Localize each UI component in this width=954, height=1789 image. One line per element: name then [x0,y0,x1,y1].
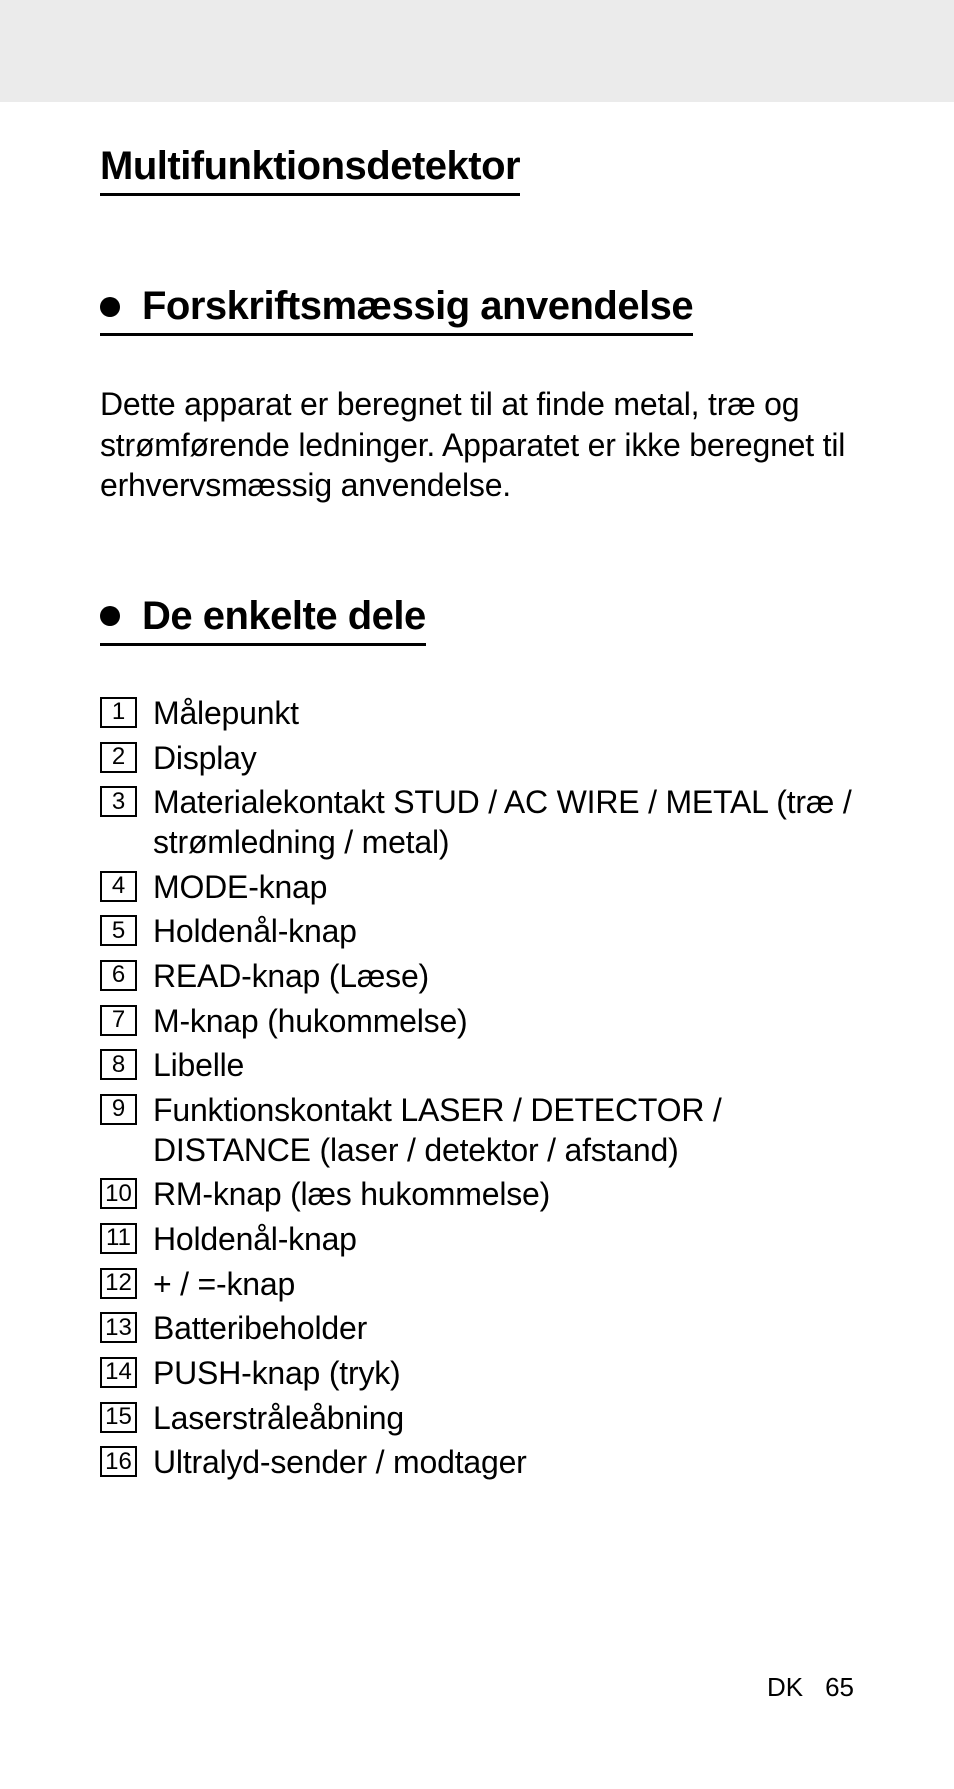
part-number-box: 8 [100,1049,137,1080]
part-number-box: 16 [100,1446,137,1477]
list-item: 13 Batteribeholder [100,1309,854,1349]
part-number-box: 6 [100,960,137,991]
section-title-parts: De enkelte dele [142,594,426,639]
parts-list: 1 Målepunkt 2 Display 3 Materialekontakt… [100,694,854,1483]
list-item: 4 MODE-knap [100,868,854,908]
bullet-icon [100,606,120,626]
part-label: Ultralyd-sender / modtager [153,1443,527,1483]
footer-page-number: 65 [825,1672,854,1703]
part-number-box: 1 [100,697,137,728]
part-label: PUSH-knap (tryk) [153,1354,401,1394]
part-number-box: 13 [100,1312,137,1343]
footer-country: DK [767,1672,803,1703]
section-header-parts: De enkelte dele [100,594,426,646]
list-item: 8 Libelle [100,1046,854,1086]
part-label: RM-knap (læs hukommelse) [153,1175,550,1215]
part-number-box: 7 [100,1005,137,1036]
part-label: Libelle [153,1046,244,1086]
list-item: 2 Display [100,739,854,779]
list-item: 14 PUSH-knap (tryk) [100,1354,854,1394]
part-label: + / =-knap [153,1265,295,1305]
part-number-box: 12 [100,1268,137,1299]
part-label: Materialekontakt STUD / AC WIRE / METAL … [153,783,854,862]
part-number-box: 15 [100,1402,137,1433]
page-footer: DK 65 [767,1672,854,1703]
part-number-box: 11 [100,1223,137,1254]
part-number-box: 5 [100,915,137,946]
list-item: 9 Funktionskontakt LASER / DETECTOR / DI… [100,1091,854,1170]
page-title: Multifunktionsdetektor [100,144,520,196]
part-label: MODE-knap [153,868,327,908]
section-title-usage: Forskriftsmæssig anvendelse [142,284,693,329]
part-label: Funktionskontakt LASER / DETECTOR / DIST… [153,1091,854,1170]
part-number-box: 2 [100,742,137,773]
part-number-box: 10 [100,1178,137,1209]
part-number-box: 4 [100,871,137,902]
list-item: 16 Ultralyd-sender / modtager [100,1443,854,1483]
part-label: Batteribeholder [153,1309,367,1349]
list-item: 6 READ-knap (Læse) [100,957,854,997]
list-item: 1 Målepunkt [100,694,854,734]
part-label: Holdenål-knap [153,912,357,952]
section-header-usage: Forskriftsmæssig anvendelse [100,284,693,336]
document-page: Multifunktionsdetektor Forskriftsmæssig … [0,102,954,1789]
part-number-box: 3 [100,786,137,817]
part-label: Målepunkt [153,694,299,734]
part-label: M-knap (hukommelse) [153,1002,468,1042]
list-item: 11 Holdenål-knap [100,1220,854,1260]
part-number-box: 14 [100,1357,137,1388]
bullet-icon [100,297,120,317]
list-item: 7 M-knap (hukommelse) [100,1002,854,1042]
usage-paragraph: Dette apparat er beregnet til at finde m… [100,384,854,506]
list-item: 5 Holdenål-knap [100,912,854,952]
part-label: Display [153,739,257,779]
list-item: 12 + / =-knap [100,1265,854,1305]
part-label: READ-knap (Læse) [153,957,429,997]
part-label: Laserstråleåbning [153,1399,404,1439]
part-number-box: 9 [100,1094,137,1125]
part-label: Holdenål-knap [153,1220,357,1260]
list-item: 3 Materialekontakt STUD / AC WIRE / META… [100,783,854,862]
list-item: 10 RM-knap (læs hukommelse) [100,1175,854,1215]
list-item: 15 Laserstråleåbning [100,1399,854,1439]
